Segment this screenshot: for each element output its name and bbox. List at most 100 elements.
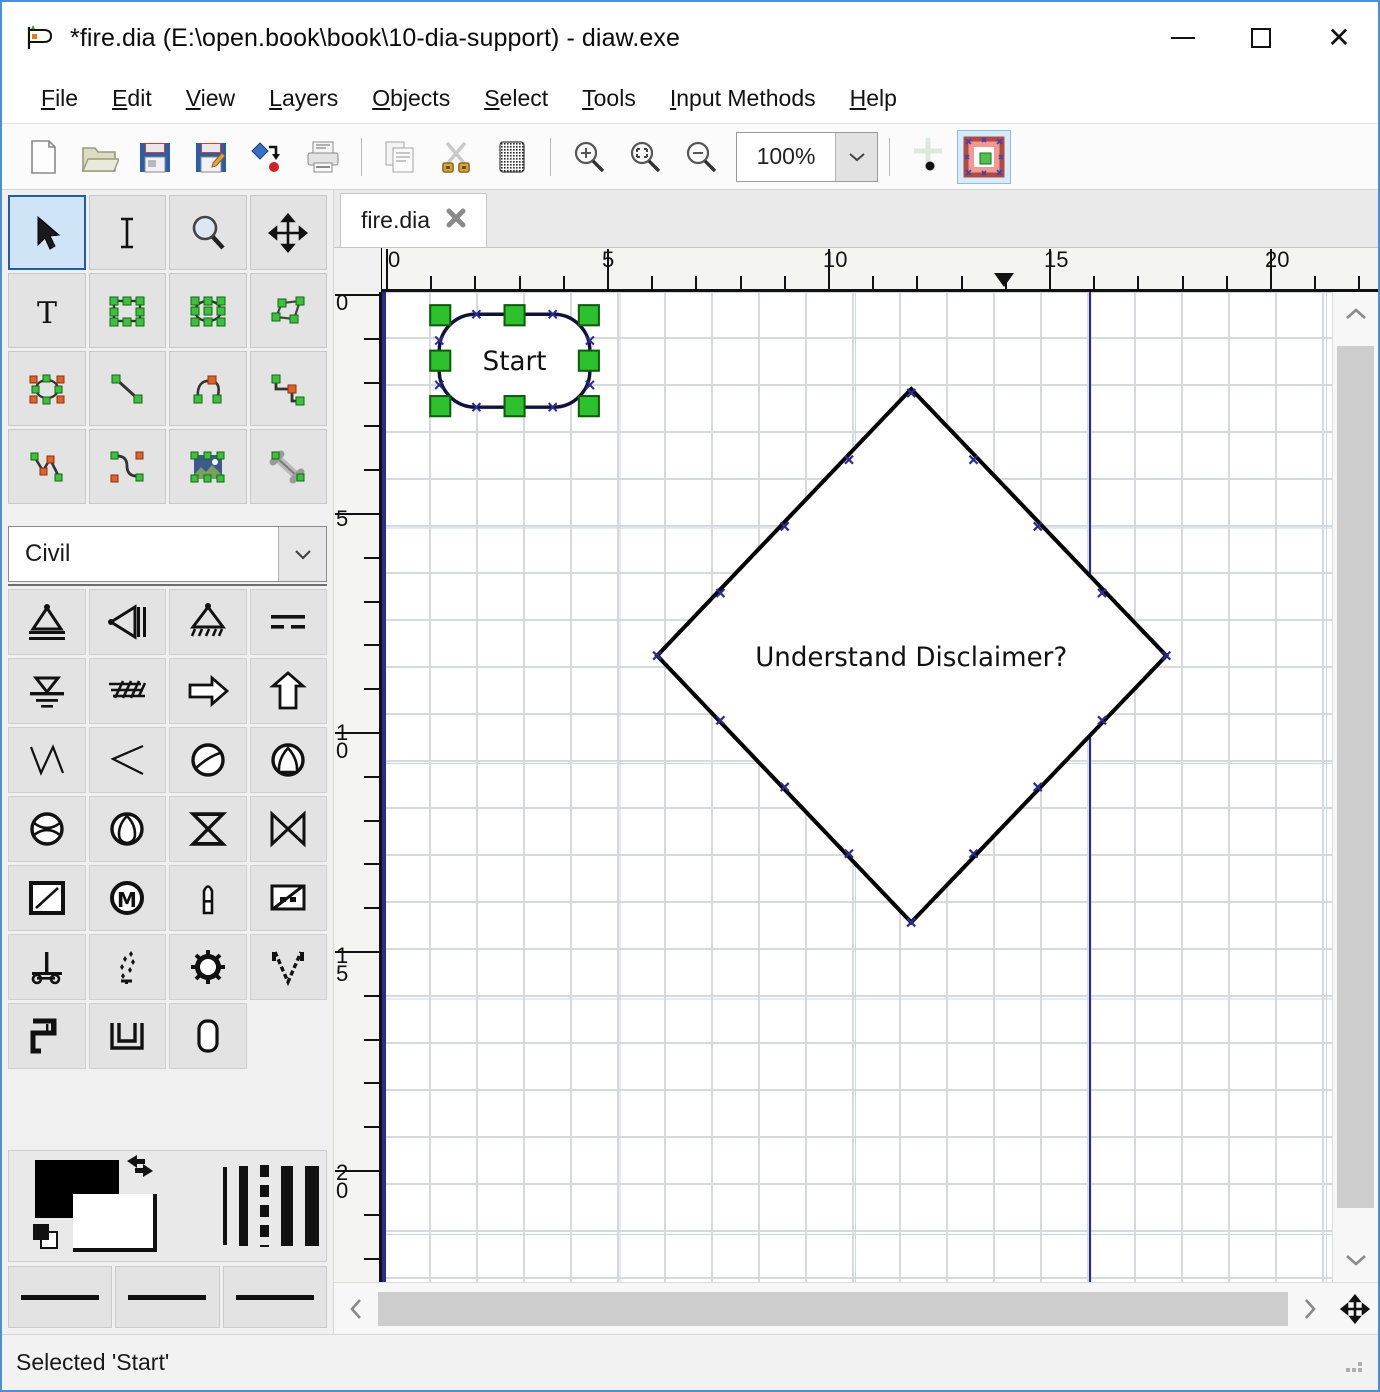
text-tool[interactable]: T: [8, 273, 86, 348]
beziergon-tool[interactable]: [8, 351, 86, 426]
civil-angle-icon[interactable]: [88, 727, 166, 793]
horizontal-ruler[interactable]: 0 5 10 15 20: [382, 248, 1378, 292]
ellipse-tool[interactable]: [169, 273, 247, 348]
close-icon[interactable]: [444, 206, 468, 235]
line-tool[interactable]: [88, 351, 166, 426]
civil-v-channel-icon[interactable]: [249, 934, 327, 1000]
line-width-thin[interactable]: [223, 1167, 227, 1245]
menu-select[interactable]: Select: [467, 81, 565, 116]
civil-aerator-fine-icon[interactable]: [88, 934, 166, 1000]
default-colors-icon[interactable]: [31, 1222, 65, 1256]
vertical-scrollbar[interactable]: [1332, 292, 1378, 1282]
snap-to-objects-icon[interactable]: [957, 129, 1011, 184]
arc-tool[interactable]: [169, 351, 247, 426]
civil-gradient-icon[interactable]: [8, 727, 86, 793]
polygon-tool[interactable]: [249, 273, 327, 348]
save-as-icon[interactable]: [184, 130, 238, 184]
civil-rotary-cylinder-icon[interactable]: [169, 1003, 247, 1069]
move-cross-icon[interactable]: [1332, 1293, 1378, 1324]
image-tool[interactable]: [169, 429, 247, 504]
resize-grip-icon[interactable]: [1342, 1352, 1368, 1374]
civil-motor-icon[interactable]: M: [88, 865, 166, 931]
menu-view[interactable]: View: [169, 81, 252, 116]
civil-bearing-icon[interactable]: [8, 589, 86, 655]
civil-vertical-propeller-icon[interactable]: [169, 865, 247, 931]
civil-soil-layers-icon[interactable]: [88, 658, 166, 724]
civil-horizontal-limiting-line-icon[interactable]: [169, 589, 247, 655]
hscroll-thumb[interactable]: [378, 1291, 1288, 1326]
civil-aerator-icon[interactable]: [169, 727, 247, 793]
bezierline-tool[interactable]: [88, 429, 166, 504]
civil-u-channel-icon[interactable]: [88, 1003, 166, 1069]
scroll-tool[interactable]: [249, 195, 327, 270]
export-icon[interactable]: [240, 130, 294, 184]
magnify-tool[interactable]: [169, 195, 247, 270]
pointer-tool[interactable]: [8, 195, 86, 270]
open-folder-icon[interactable]: [72, 130, 126, 184]
chevron-down-icon[interactable]: [835, 132, 877, 181]
chevron-up-icon[interactable]: [1333, 292, 1378, 336]
chevron-down-icon[interactable]: [1333, 1238, 1378, 1282]
background-color-swatch[interactable]: [73, 1194, 157, 1252]
civil-preliminary-clarification-icon[interactable]: [88, 796, 166, 862]
zoom-fit-icon[interactable]: [618, 130, 672, 184]
horizontal-scrollbar[interactable]: [334, 1282, 1378, 1334]
outline-tool[interactable]: [249, 429, 327, 504]
start-terminal-shape[interactable]: Start: [429, 304, 600, 418]
sheet-combobox[interactable]: Civil: [8, 526, 327, 582]
text-edit-tool[interactable]: [88, 195, 166, 270]
civil-final-clarification-icon[interactable]: [249, 796, 327, 862]
print-icon[interactable]: [296, 130, 350, 184]
menu-tools[interactable]: Tools: [565, 81, 653, 116]
polyline-tool[interactable]: [8, 429, 86, 504]
close-button[interactable]: ✕: [1300, 2, 1378, 74]
civil-container-icon[interactable]: [169, 796, 247, 862]
civil-gear-pump-icon[interactable]: [169, 934, 247, 1000]
civil-frequency-converter-icon[interactable]: [8, 796, 86, 862]
civil-basin-icon[interactable]: [8, 865, 86, 931]
menu-file[interactable]: File: [24, 81, 95, 116]
zoom-out-icon[interactable]: [674, 130, 728, 184]
zigzagline-tool[interactable]: [249, 351, 327, 426]
zoom-level-combobox[interactable]: 100%: [736, 131, 878, 182]
menu-edit[interactable]: Edit: [95, 81, 169, 116]
menu-objects[interactable]: Objects: [355, 81, 467, 116]
line-width-thick[interactable]: [281, 1166, 293, 1246]
civil-vertical-rest-icon[interactable]: [8, 934, 86, 1000]
copy-icon[interactable]: [373, 130, 427, 184]
civil-rotor-icon[interactable]: [249, 727, 327, 793]
civil-vertical-channel-icon[interactable]: [88, 589, 166, 655]
line-width-extra-thick[interactable]: [305, 1166, 319, 1246]
diagram-canvas[interactable]: Start Understand Disclaimer?: [382, 292, 1332, 1282]
chevron-right-icon[interactable]: [1288, 1296, 1332, 1322]
line-style-solid[interactable]: [8, 1266, 113, 1328]
hscroll-track[interactable]: [378, 1291, 1288, 1326]
civil-water-level-icon[interactable]: [8, 658, 86, 724]
zoom-in-icon[interactable]: [562, 130, 616, 184]
cut-scissors-icon[interactable]: [429, 130, 483, 184]
line-width-medium[interactable]: [239, 1166, 248, 1246]
civil-arrow-up-icon[interactable]: [249, 658, 327, 724]
civil-arrow-right-icon[interactable]: [169, 658, 247, 724]
new-icon[interactable]: [16, 130, 70, 184]
civil-retention-basin-icon[interactable]: [8, 1003, 86, 1069]
menu-help[interactable]: Help: [833, 81, 914, 116]
decision-diamond-shape[interactable]: Understand Disclaimer?: [652, 386, 1172, 928]
chevron-left-icon[interactable]: [334, 1296, 378, 1322]
civil-backflow-preventer-icon[interactable]: [249, 865, 327, 931]
maximize-button[interactable]: [1222, 2, 1300, 74]
line-style-arrow-end[interactable]: [222, 1266, 327, 1328]
tab-fire-dia[interactable]: fire.dia: [340, 193, 488, 247]
vertical-ruler[interactable]: 0 5 10 15 20: [334, 292, 382, 1282]
line-width-dashed[interactable]: [260, 1165, 269, 1247]
save-icon[interactable]: [128, 130, 182, 184]
snap-to-grid-icon[interactable]: [901, 130, 955, 184]
vscroll-thumb[interactable]: [1337, 346, 1374, 1208]
vscroll-track[interactable]: [1333, 336, 1378, 1238]
minimize-button[interactable]: [1144, 2, 1222, 74]
paste-icon[interactable]: [485, 130, 539, 184]
menu-input-methods[interactable]: Input Methods: [653, 81, 833, 116]
swap-colors-icon[interactable]: [123, 1152, 157, 1180]
menu-layers[interactable]: Layers: [252, 81, 355, 116]
chevron-down-icon[interactable]: [278, 527, 326, 581]
